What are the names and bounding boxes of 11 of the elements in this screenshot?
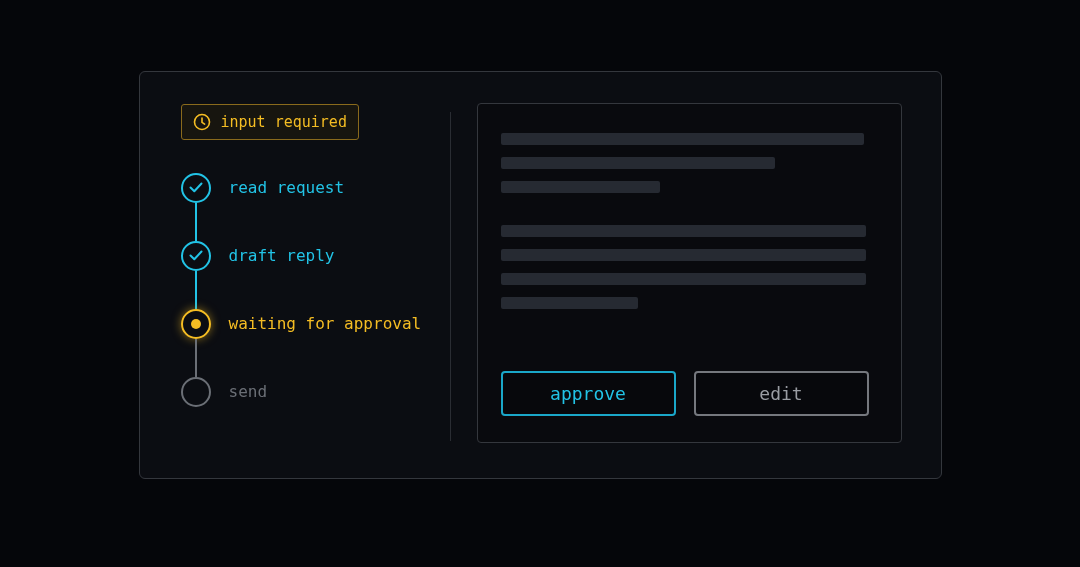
check-icon: [188, 250, 203, 261]
step-label: draft reply: [228, 244, 335, 267]
dot-icon: [190, 318, 201, 329]
clock-icon: [192, 112, 211, 131]
step-label: read request: [228, 176, 345, 199]
check-icon: [188, 182, 203, 193]
step-label: send: [228, 380, 268, 403]
approve-button[interactable]: approve: [500, 370, 676, 416]
step-label: waiting for approval: [228, 312, 422, 335]
status-label: input required: [220, 112, 347, 131]
edit-button[interactable]: edit: [693, 370, 869, 416]
